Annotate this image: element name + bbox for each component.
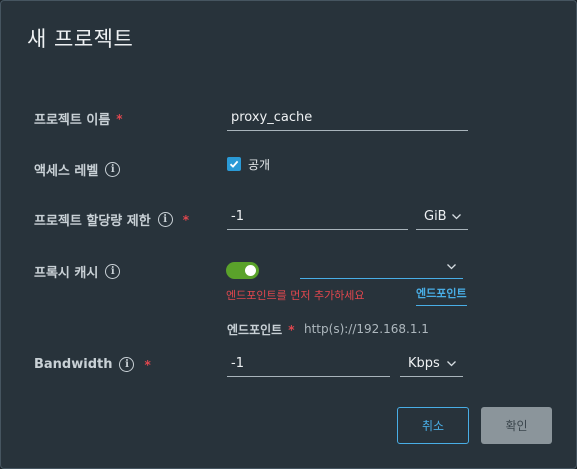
- project-name-input[interactable]: proxy_cache: [227, 105, 468, 131]
- proxy-cache-toggle[interactable]: [226, 262, 259, 279]
- public-checkbox-label[interactable]: 공개: [248, 156, 270, 173]
- endpoint-label-text: 엔드포인트: [227, 323, 283, 337]
- required-marker: *: [144, 357, 151, 372]
- cancel-button[interactable]: 취소: [397, 407, 469, 444]
- required-marker: *: [182, 212, 189, 227]
- access-level-label-text: 액세스 레벨: [34, 164, 99, 179]
- endpoint-placeholder: http(s)://192.168.1.1: [304, 322, 429, 336]
- required-marker: *: [288, 322, 295, 337]
- quota-input[interactable]: -1: [227, 204, 408, 230]
- bandwidth-label: Bandwidth i *: [34, 357, 151, 372]
- proxy-cache-label-text: 프록시 캐시: [34, 266, 99, 281]
- quota-label: 프로젝트 할당량 제한 i *: [34, 210, 189, 229]
- checkmark-icon: [229, 160, 239, 168]
- info-icon[interactable]: i: [157, 212, 173, 227]
- confirm-button[interactable]: 확인: [481, 407, 552, 444]
- bandwidth-value: -1: [231, 356, 244, 371]
- endpoint-error-message: 엔드포인트를 먼저 추가하세요: [226, 289, 365, 302]
- bandwidth-unit-select[interactable]: Kbps: [400, 351, 463, 377]
- toggle-knob: [245, 265, 256, 276]
- project-name-label: 프로젝트 이름 *: [34, 109, 123, 129]
- info-icon[interactable]: i: [105, 162, 121, 177]
- quota-unit-select[interactable]: GiB: [416, 204, 468, 230]
- public-checkbox[interactable]: [227, 157, 241, 171]
- chevron-down-icon: [452, 214, 461, 220]
- quota-value: -1: [231, 209, 244, 224]
- endpoint-select[interactable]: [300, 254, 463, 279]
- bandwidth-unit-value: Kbps: [408, 356, 440, 371]
- required-marker: *: [116, 111, 123, 126]
- quota-label-text: 프로젝트 할당량 제한: [34, 214, 151, 229]
- info-icon[interactable]: i: [119, 357, 135, 372]
- chevron-down-icon: [447, 361, 456, 367]
- project-name-label-text: 프로젝트 이름: [34, 113, 111, 128]
- info-icon[interactable]: i: [105, 264, 121, 279]
- chevron-down-icon: [447, 263, 456, 269]
- bandwidth-label-text: Bandwidth: [34, 357, 113, 372]
- endpoint-link[interactable]: 엔드포인트: [416, 285, 467, 306]
- project-name-value: proxy_cache: [231, 110, 313, 125]
- new-project-dialog: 새 프로젝트 프로젝트 이름 * proxy_cache 액세스 레벨 i 공개…: [0, 0, 577, 469]
- bandwidth-input[interactable]: -1: [227, 351, 390, 377]
- dialog-title: 새 프로젝트: [27, 27, 134, 51]
- quota-unit-value: GiB: [424, 209, 447, 224]
- proxy-cache-label: 프록시 캐시 i: [34, 262, 121, 281]
- access-level-label: 액세스 레벨 i: [34, 160, 121, 179]
- endpoint-label: 엔드포인트 *: [227, 321, 294, 338]
